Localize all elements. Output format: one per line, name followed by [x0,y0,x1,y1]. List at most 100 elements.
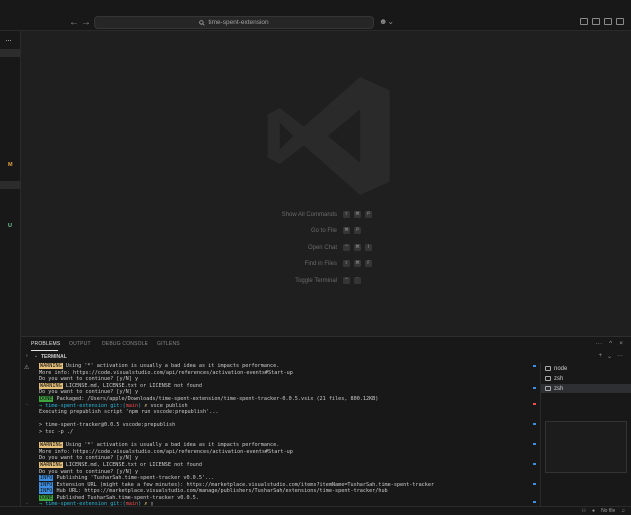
terminal-line: Executing prepublish script 'npm run vsc… [39,409,532,416]
keybinding-key: ⌘ [354,244,361,251]
new-terminal-icon[interactable]: + [598,353,602,360]
notifications-icon[interactable]: ♫ [621,508,625,514]
scroll-marker [533,403,536,405]
customize-layout-icon[interactable] [616,18,624,25]
keybinding-key: ⇧ [343,260,350,267]
toggle-primary-sidebar-icon[interactable] [580,18,588,25]
tab-output[interactable]: OUTPUT [69,341,91,347]
prompt-segment: git:( [110,402,126,409]
chevron-right-icon[interactable]: › [26,353,28,359]
sidebar-item[interactable] [0,181,21,189]
warn-badge: WARNING [39,363,63,369]
chevron-down-icon[interactable]: ⌄ [34,353,38,359]
terminal-instance-label: zsh [554,375,564,382]
terminal-section-title[interactable]: TERMINAL [41,354,67,360]
terminal-text: LICENSE.md, LICENSE.txt or LICENSE not f… [62,461,202,468]
terminal-icon [545,366,551,371]
terminal-line: INFO Extension URL (might take a few min… [39,481,532,489]
terminal-text: > time-spent-tracker@0.0.5 vscode:prepub… [39,422,176,429]
panel-tabs: PROBLEMS OUTPUT DEBUG CONSOLE GITLENS [21,337,631,351]
terminal-preview [545,421,627,473]
shortcut-row[interactable]: Open Chat ^ ⌘ I [21,244,631,254]
terminal-line: > time-spent-tracker@0.0.5 vscode:prepub… [39,422,532,429]
terminal-scrollbar[interactable] [533,363,538,507]
warning-icon: ⚠ [24,365,30,371]
more-actions-icon[interactable]: ··· [596,340,603,347]
scroll-marker [533,501,536,503]
shortcut-row[interactable]: Find in Files ⇧ ⌘ F [21,260,631,270]
shortcut-label: Show All Commands [281,212,337,218]
info-badge: INFO [39,481,54,488]
editor-area: Show All Commands ⇧ ⌘ P Go to File ⌘ P Open Cha… [21,31,631,336]
terminal-gutter: ⚠ ◦ ◦ [21,363,35,507]
terminal-text: > tsc -p ./ [39,428,74,435]
back-arrow-icon[interactable]: ← [69,17,79,28]
shortcut-keys: ⇧ ⌘ F [343,260,372,267]
forward-arrow-icon[interactable]: → [81,17,91,28]
terminal-header: › ⌄ TERMINAL + ⌄ ··· [21,353,631,362]
terminal-text: Executing prepublish script 'npm run vsc… [39,409,219,416]
terminal-text: Using '*' activation is usually a bad id… [62,442,280,449]
terminal-text: Published TusharSah.time-spent-tracker v… [53,494,199,501]
keybinding-key: P [354,227,361,234]
terminal-more-icon[interactable]: ··· [617,353,623,360]
keybinding-key: ^ [343,277,350,284]
terminal-line: DONE Published TusharSah.time-spent-trac… [39,494,532,502]
keybinding-key: ^ [343,244,350,251]
command-decoration-icon[interactable]: ◦ [26,402,28,408]
no-file-status[interactable]: No file [601,508,615,514]
keybinding-key: I [365,244,372,251]
terminal-text: Hub URL: https://marketplace.visualstudi… [53,488,388,495]
terminal-text: Do you want to continue? [y/N] y [39,468,139,475]
command-center-label: time-spent-extension [208,19,269,26]
keybinding-key: P [365,211,372,218]
scroll-marker [533,387,536,389]
layout-controls [580,18,624,25]
terminal-line: WARNING LICENSE.md, LICENSE.txt or LICEN… [39,461,532,469]
keybinding-key: F [365,260,372,267]
tab-problems[interactable]: PROBLEMS [31,341,60,347]
scroll-marker [533,463,536,465]
maximize-panel-icon[interactable]: ^ [609,340,612,347]
warn-badge: WARNING [39,442,63,449]
accounts-icon[interactable]: ⚇ [582,508,586,514]
tab-debug-console[interactable]: DEBUG CONSOLE [102,341,148,347]
bottom-panel: PROBLEMS OUTPUT DEBUG CONSOLE GITLENS ··· ^ ×… [21,336,631,507]
shortcut-row[interactable]: Show All Commands ⇧ ⌘ P [21,211,631,221]
sidebar-item[interactable] [0,49,21,57]
toggle-secondary-sidebar-icon[interactable] [604,18,612,25]
terminal-dropdown-icon[interactable]: ⌄ [607,353,612,360]
terminal-line: → time-spent-extension git:(main) ✗ vsce… [39,403,532,410]
terminal-line: Do you want to continue? [y/N] y [39,376,532,383]
terminal-text: More info: https://code.visualstudio.com… [39,369,293,376]
tab-gitlens[interactable]: GITLENS [157,341,180,347]
info-badge: INFO [39,488,54,495]
keybinding-key: ` [354,277,361,284]
terminal-instance-zsh[interactable]: zsh [541,384,631,393]
terminal-instance-zsh[interactable]: zsh [541,374,631,383]
shortcut-keys: ^ ⌘ I [343,244,372,251]
terminal-text: LICENSE.md, LICENSE.txt or LICENSE not f… [62,382,202,389]
active-tab-indicator [31,350,58,351]
terminal-line: DONE Packaged: /Users/apple/Downloads/ti… [39,395,532,403]
shortcut-row[interactable]: Go to File ⌘ P [21,227,631,237]
scroll-marker [533,443,536,445]
shortcut-row[interactable]: Toggle Terminal ^ ` [21,277,631,287]
copilot-icon[interactable]: ☻⌄ [379,17,394,26]
terminal-text: More info: https://code.visualstudio.com… [39,448,293,455]
toggle-panel-icon[interactable] [592,18,600,25]
terminal-line: Do you want to continue? [y/N] y [39,389,532,396]
terminal-instance-node[interactable]: node [541,364,631,373]
terminal-line: WARNING Using '*' activation is usually … [39,442,532,449]
more-icon[interactable]: ··· [5,35,12,45]
bell-icon[interactable]: ● [592,508,595,514]
terminal-text: Do you want to continue? [y/N] y [39,455,139,462]
shortcut-keys: ^ ` [343,277,361,284]
terminal-line: INFO Hub URL: https://marketplace.visual… [39,488,532,495]
warn-badge: WARNING [39,461,63,468]
shortcut-label: Toggle Terminal [295,278,337,284]
command-center-search[interactable]: time-spent-extension [94,16,374,29]
close-panel-icon[interactable]: × [619,340,623,347]
terminal-output[interactable]: WARNING Using '*' activation is usually … [39,363,532,507]
title-bar: ← → time-spent-extension ☻⌄ [0,0,631,31]
